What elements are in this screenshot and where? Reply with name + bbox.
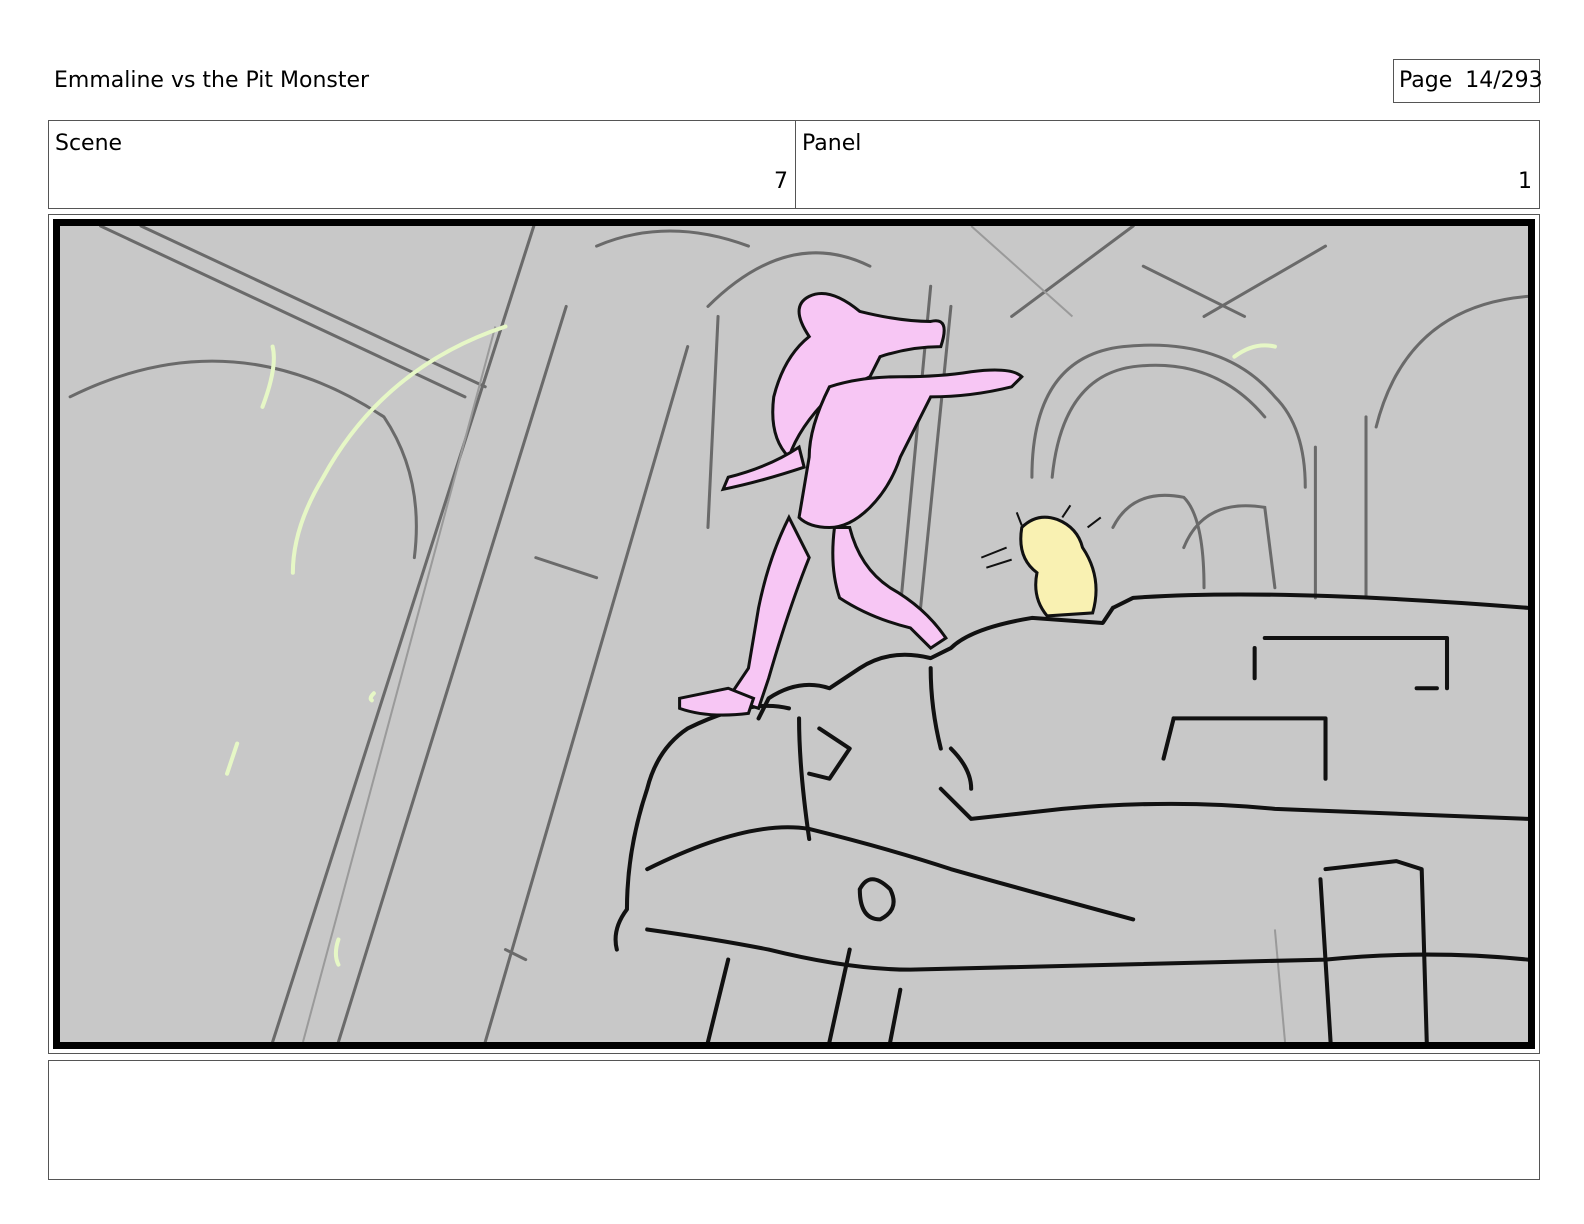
scene-cell: Scene 7 (49, 121, 796, 208)
notes-area (48, 1060, 1540, 1180)
page-label: Page (1399, 68, 1453, 93)
storyboard-frame (48, 214, 1540, 1054)
scene-number: 7 (774, 169, 788, 194)
scene-label: Scene (55, 131, 123, 156)
panel-cell: Panel 1 (796, 121, 1539, 208)
page-indicator: Page 14/293 (1393, 59, 1543, 103)
panel-label: Panel (802, 131, 862, 156)
sketch-illustration (68, 226, 1528, 1042)
scene-panel-header: Scene 7 Panel 1 (48, 120, 1540, 209)
page-number: 14/293 (1465, 68, 1543, 93)
panel-drawing (53, 219, 1535, 1049)
yellow-creature (980, 504, 1102, 618)
storyboard-title: Emmaline vs the Pit Monster (54, 68, 370, 93)
emmaline-figure (678, 292, 1024, 717)
panel-number: 1 (1518, 169, 1532, 194)
